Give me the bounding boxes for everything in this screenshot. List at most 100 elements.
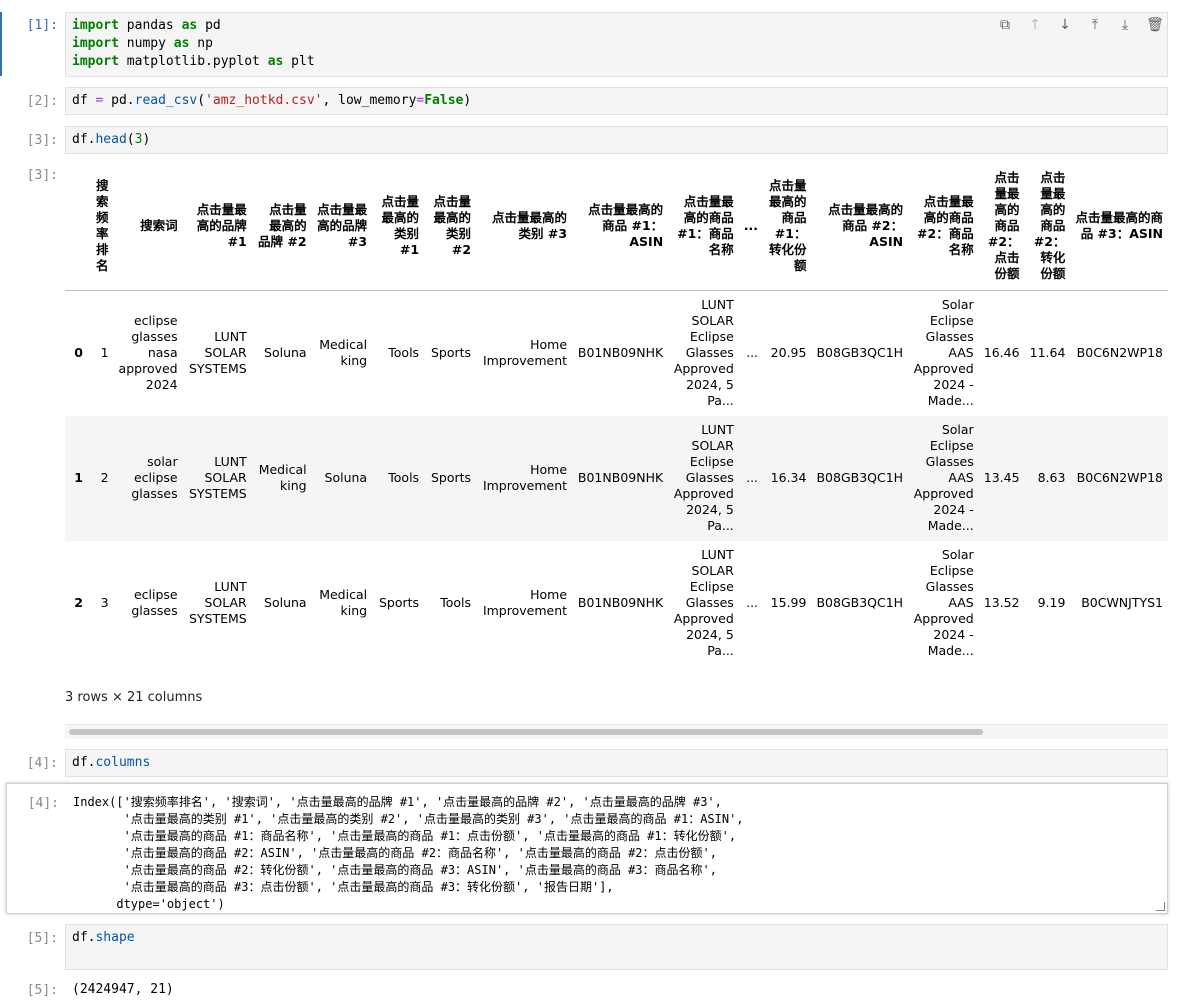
duplicate-icon[interactable]: ⧉	[996, 16, 1014, 34]
column-header: 点击量最高的类别 #2	[424, 162, 477, 291]
column-header: 点击量最高的商品 #1：商品名称	[668, 162, 739, 291]
cell-3-prompt: [3]:	[26, 133, 58, 148]
delete-icon[interactable]: 🗑	[1146, 16, 1164, 34]
table-cell: solar eclipse glasses	[131, 454, 178, 501]
table-cell: Tools	[388, 345, 420, 361]
table-cell: 16.46	[983, 345, 1020, 361]
code-lines: df.columns	[72, 754, 1161, 772]
cell-2-editor[interactable]: df = pd.read_csv('amz_hotkd.csv', low_me…	[65, 87, 1168, 115]
column-header: 点击量最高的商品 #1：转化份额	[763, 162, 812, 291]
cell-3-editor[interactable]: df.head(3)	[65, 126, 1168, 154]
table-cell: Tools	[440, 595, 472, 610]
table-cell: B08GB3QC1H	[816, 345, 904, 361]
cell-5-prompt: [5]:	[26, 931, 58, 946]
row-index: 0	[74, 345, 83, 361]
table-cell: eclipse glasses	[131, 587, 178, 618]
table-cell: B01NB09NHK	[577, 470, 664, 485]
table-cell: 8.63	[1037, 470, 1066, 485]
table-cell: Solar Eclipse Glasses AAS Approved 2024 …	[913, 297, 974, 409]
column-header: 搜索词	[113, 162, 183, 291]
table-cell: Medical king	[258, 462, 307, 493]
table-cell: ...	[746, 345, 759, 361]
table-cell: B0C6N2WP18	[1076, 470, 1163, 485]
table-cell: Sports	[378, 595, 420, 610]
scrollbar-thumb[interactable]	[69, 729, 983, 735]
column-header: 点击量最高的商品 #1：ASIN	[572, 162, 669, 291]
output-4-box[interactable]: [4]: Index(['搜索频率排名', '搜索词', '点击量最高的品牌 #…	[6, 783, 1168, 914]
code-line: import numpy as np	[72, 36, 213, 51]
table-cell: 20.95	[770, 345, 807, 361]
horizontal-scrollbar[interactable]	[65, 724, 1168, 739]
dataframe-table: 搜索频率排名 搜索词 点击量最高的品牌 #1 点击量最高的品牌 #2 点击量最高的品牌 …	[65, 162, 1168, 666]
code-lines: df.shape	[72, 929, 1161, 947]
code-line: df.head(3)	[72, 132, 151, 147]
table-cell: LUNT SOLAR SYSTEMS	[188, 454, 247, 501]
output-4-prompt: [4]:	[27, 796, 59, 811]
table-cell: B08GB3QC1H	[816, 595, 904, 610]
table-cell: LUNT SOLAR Eclipse Glasses Approved 2024…	[673, 297, 734, 409]
table-row: 2 3 eclipse glasses LUNT SOLAR SYSTEMS Solun…	[65, 541, 1168, 666]
cell-4-editor[interactable]: df.columns	[65, 749, 1168, 777]
table-cell: LUNT SOLAR Eclipse Glasses Approved 2024…	[673, 547, 734, 658]
cell-5-editor[interactable]: df.shape	[65, 924, 1168, 970]
cell-1-prompt: [1]:	[26, 18, 58, 33]
table-cell: Home Improvement	[482, 337, 568, 369]
column-header: 点击量最高的商品 #2：ASIN	[811, 162, 909, 291]
shape-note: 3 rows × 21 columns	[65, 690, 203, 705]
row-index: 2	[74, 595, 83, 610]
table-cell: Sports	[430, 470, 472, 485]
output-5-prompt: [5]:	[26, 983, 58, 998]
insert-above-icon[interactable]: ⤒	[1086, 16, 1104, 34]
table-cell: LUNT SOLAR Eclipse Glasses Approved 2024…	[673, 422, 734, 533]
column-header	[65, 162, 88, 291]
table-cell: 9.19	[1037, 595, 1066, 610]
row-index: 1	[74, 470, 83, 485]
table-cell: Soluna	[264, 595, 307, 610]
move-down-icon[interactable]: ↓	[1056, 16, 1074, 34]
code-lines: df = pd.read_csv('amz_hotkd.csv', low_me…	[72, 92, 1161, 110]
column-header: 点击量最高的品牌 #1	[182, 162, 252, 291]
table-cell: Solar Eclipse Glasses AAS Approved 2024 …	[913, 422, 974, 533]
table-cell: Home Improvement	[482, 587, 568, 618]
insert-below-icon[interactable]: ⤓	[1116, 16, 1134, 34]
table-cell: Home Improvement	[482, 462, 568, 493]
table-cell: B01NB09NHK	[577, 345, 664, 361]
code-line: import matplotlib.pyplot as plt	[72, 54, 315, 69]
table-row: 0 1 eclipse glasses nasa approved 2024 LUNT…	[65, 291, 1168, 416]
table-cell: 3	[100, 595, 109, 610]
column-header: 搜索频率排名	[87, 162, 114, 291]
table-cell: B0C6N2WP18	[1076, 345, 1163, 361]
column-header: 点击量最高的类别 #3	[476, 162, 573, 291]
column-header: ...	[738, 162, 764, 291]
column-header: 点击量最高的商品 #3：ASIN	[1070, 162, 1168, 291]
table-cell: Medical king	[319, 337, 368, 369]
table-cell: 13.45	[983, 470, 1020, 485]
table-cell: Solar Eclipse Glasses AAS Approved 2024 …	[913, 547, 974, 658]
cell-4-prompt: [4]:	[26, 756, 58, 771]
table-cell: Medical king	[319, 587, 368, 618]
table-cell: 16.34	[770, 470, 807, 485]
table-cell: B0CWNJTYS1	[1081, 595, 1163, 610]
table-cell: eclipse glasses nasa approved 2024	[118, 313, 178, 393]
table-row: 1 2 solar eclipse glasses LUNT SOLAR SYSTEM…	[65, 415, 1168, 541]
table-cell: 11.64	[1029, 345, 1066, 361]
resize-handle-icon[interactable]	[1156, 902, 1165, 911]
code-lines: df.head(3)	[72, 131, 1161, 149]
table-cell: 15.99	[770, 595, 807, 610]
table-cell: ...	[746, 595, 759, 610]
table-cell: 13.52	[983, 595, 1020, 610]
table-cell: LUNT SOLAR SYSTEMS	[188, 579, 247, 626]
column-header: 点击量最高的商品 #2：商品名称	[908, 162, 979, 291]
cell-toolbar: ⧉ ↑ ↓ ⤒ ⤓ 🗑	[996, 16, 1164, 34]
move-up-icon[interactable]: ↑	[1026, 16, 1044, 34]
cell-2-prompt: [2]:	[26, 94, 58, 109]
table-cell: B01NB09NHK	[577, 595, 664, 610]
column-header: 点击量最高的品牌 #3	[311, 162, 373, 291]
table-cell: Soluna	[324, 470, 368, 485]
table-cell: ...	[746, 470, 759, 485]
table-cell: 1	[100, 345, 109, 361]
table-cell: LUNT SOLAR SYSTEMS	[188, 329, 247, 377]
column-header: 点击量最高的商品 #2：转化份额	[1024, 162, 1071, 291]
table-header-row: 搜索频率排名 搜索词 点击量最高的品牌 #1 点击量最高的品牌 #2 点击量最高的品牌 …	[65, 162, 1168, 291]
table-cell: B08GB3QC1H	[816, 470, 904, 485]
